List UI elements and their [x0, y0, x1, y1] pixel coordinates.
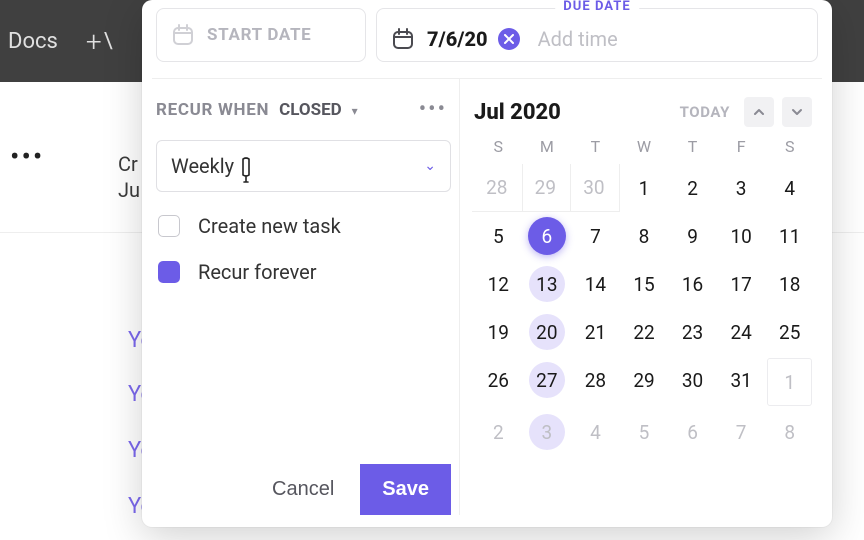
calendar-day[interactable]: 8	[765, 408, 814, 456]
chevron-up-icon	[753, 106, 765, 118]
calendar-day[interactable]: 21	[571, 308, 620, 356]
calendar-day[interactable]: 27	[523, 356, 572, 404]
calendar-day[interactable]: 24	[717, 308, 766, 356]
due-date-field[interactable]: DUE DATE 7/6/20 Add time	[376, 8, 818, 62]
dow-cell: M	[523, 137, 572, 156]
calendar-day[interactable]: 17	[717, 260, 766, 308]
calendar-day[interactable]: 2	[474, 408, 523, 456]
checkbox-checked-icon	[158, 261, 180, 283]
calendar-day[interactable]: 6	[668, 408, 717, 456]
next-month-button[interactable]	[782, 97, 812, 127]
calendar-day[interactable]: 6	[523, 212, 572, 260]
month-title: Jul 2020	[474, 100, 561, 125]
chevron-down-icon	[791, 106, 803, 118]
calendar-day[interactable]: 13	[523, 260, 572, 308]
today-button[interactable]: TODAY	[680, 103, 730, 121]
docs-tab[interactable]: Docs	[8, 29, 58, 54]
recur-forever-label: Recur forever	[198, 260, 317, 284]
calendar-day[interactable]: 5	[474, 212, 523, 260]
clear-due-date-button[interactable]	[498, 28, 520, 50]
calendar-day[interactable]: 20	[523, 308, 572, 356]
calendar-grid: 2829301234567891011121314151617181920212…	[474, 164, 814, 456]
recurrence-panel: RECUR WHEN CLOSED ▾ ••• Weekly ⌄ Create …	[152, 78, 460, 515]
calendar-day[interactable]: 29	[620, 356, 669, 404]
dow-cell: T	[668, 137, 717, 156]
create-new-task-checkbox[interactable]: Create new task	[156, 214, 451, 238]
dow-cell: T	[571, 137, 620, 156]
calendar-day[interactable]: 25	[765, 308, 814, 356]
add-time-button[interactable]: Add time	[538, 27, 618, 51]
frequency-select[interactable]: Weekly ⌄	[156, 140, 451, 192]
calendar-day[interactable]: 14	[571, 260, 620, 308]
calendar-day[interactable]: 22	[620, 308, 669, 356]
calendar-day[interactable]: 23	[668, 308, 717, 356]
calendar-day[interactable]: 11	[765, 212, 814, 260]
calendar-day[interactable]: 16	[668, 260, 717, 308]
recur-forever-checkbox[interactable]: Recur forever	[156, 260, 451, 284]
add-stub: \	[104, 29, 113, 54]
date-picker-modal: START DATE DUE DATE 7/6/20 Add time RECU…	[142, 0, 832, 527]
create-new-label: Create new task	[198, 214, 341, 238]
start-date-placeholder: START DATE	[207, 25, 311, 45]
calendar-day[interactable]: 28	[472, 164, 523, 212]
cancel-button[interactable]: Cancel	[250, 464, 356, 515]
calendar-day[interactable]: 31	[717, 356, 766, 404]
calendar-day[interactable]: 10	[717, 212, 766, 260]
close-icon	[504, 34, 514, 44]
frequency-value: Weekly	[171, 154, 234, 178]
calendar-day[interactable]: 29	[521, 164, 572, 212]
calendar-day[interactable]: 8	[620, 212, 669, 260]
calendar-day[interactable]: 3	[523, 408, 572, 456]
due-date-label: DUE DATE	[555, 0, 639, 14]
cursor-icon	[235, 157, 257, 188]
save-button[interactable]: Save	[360, 464, 451, 515]
calendar-day[interactable]: 28	[571, 356, 620, 404]
calendar-day[interactable]: 12	[474, 260, 523, 308]
calendar-day[interactable]: 2	[668, 164, 717, 212]
calendar-day[interactable]: 1	[620, 164, 669, 212]
start-date-field[interactable]: START DATE	[156, 8, 366, 62]
calendar-day[interactable]: 30	[569, 164, 620, 212]
calendar-day[interactable]: 26	[474, 356, 523, 404]
calendar-day[interactable]: 19	[474, 308, 523, 356]
dow-cell: S	[474, 137, 523, 156]
calendar-icon	[391, 27, 415, 51]
calendar-day[interactable]: 3	[717, 164, 766, 212]
add-icon[interactable]: +	[86, 25, 102, 58]
calendar-day[interactable]: 4	[571, 408, 620, 456]
calendar-day[interactable]: 7	[717, 408, 766, 456]
dow-cell: S	[765, 137, 814, 156]
bg-ju: Ju	[118, 178, 140, 202]
calendar-icon	[171, 23, 195, 47]
bg-cr: Cr	[118, 152, 138, 176]
more-options-icon[interactable]: •••	[419, 97, 447, 122]
calendar-day[interactable]: 5	[620, 408, 669, 456]
checkbox-icon	[158, 215, 180, 237]
calendar-day[interactable]: 7	[571, 212, 620, 260]
calendar-day[interactable]: 30	[668, 356, 717, 404]
recur-when-dropdown[interactable]: RECUR WHEN CLOSED ▾	[156, 100, 358, 120]
calendar-day[interactable]: 18	[765, 260, 814, 308]
prev-month-button[interactable]	[744, 97, 774, 127]
day-of-week-header: SMTWTFS	[474, 137, 814, 156]
due-date-value: 7/6/20	[427, 27, 488, 51]
chevron-down-icon: ▾	[352, 104, 358, 118]
dow-cell: F	[717, 137, 766, 156]
calendar-panel: Jul 2020 TODAY SMTWTFS 28293012345678910…	[460, 78, 822, 515]
chevron-down-icon: ⌄	[424, 158, 436, 174]
calendar-day[interactable]: 4	[765, 164, 814, 212]
calendar-day[interactable]: 9	[668, 212, 717, 260]
calendar-day[interactable]: 15	[620, 260, 669, 308]
dow-cell: W	[620, 137, 669, 156]
calendar-day[interactable]: 1	[767, 358, 812, 406]
